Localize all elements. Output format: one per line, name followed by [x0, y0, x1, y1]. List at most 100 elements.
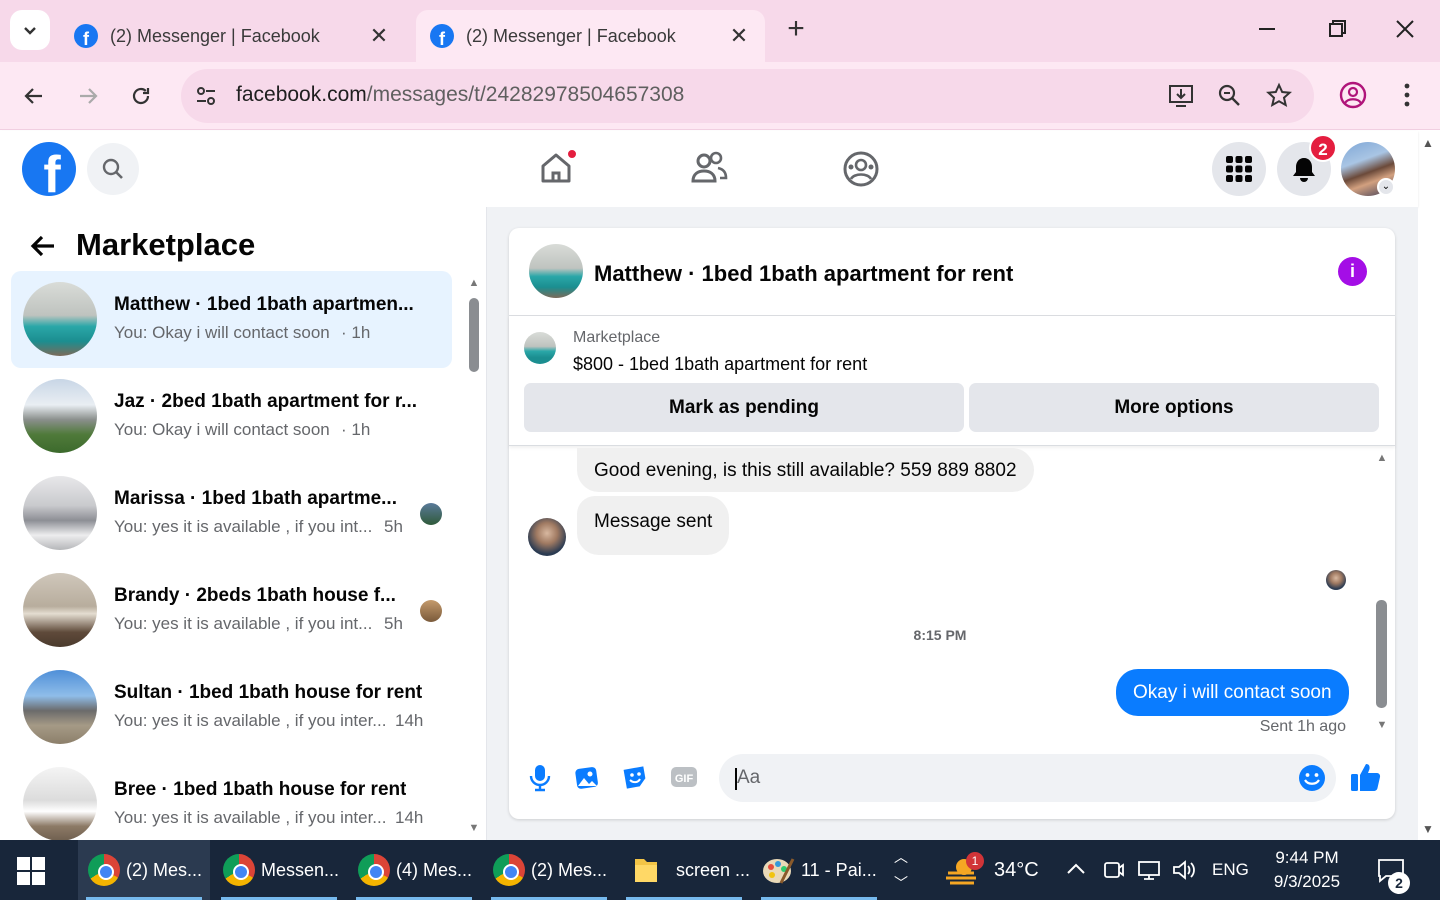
start-button[interactable] [14, 854, 48, 888]
windows-logo-icon [17, 857, 45, 885]
like-button[interactable] [1349, 760, 1383, 794]
taskbar-item[interactable]: Messen... [213, 840, 345, 900]
chat-scrollbar-thumb[interactable] [1376, 600, 1387, 708]
conversation-name: Jaz · 2bed 1bath apartment for r... [114, 391, 418, 412]
gif-button[interactable]: GIF [669, 762, 699, 792]
conversation-preview: You: yes it is available , if you inter.… [114, 808, 387, 827]
meet-now-icon[interactable] [1102, 840, 1124, 900]
outgoing-message[interactable]: Okay i will contact soon [1116, 669, 1349, 716]
weather-widget[interactable]: 1 34°C [944, 840, 1039, 900]
conversation-item[interactable]: Bree · 1bed 1bath house for rent You: ye… [11, 756, 452, 853]
volume-icon[interactable] [1171, 840, 1197, 900]
network-icon[interactable] [1136, 840, 1162, 900]
page-scrollbar-up[interactable]: ▲ [1420, 136, 1436, 150]
browser-tab-active[interactable]: f (2) Messenger | Facebook ✕ [416, 10, 765, 62]
arrow-right-icon [80, 88, 98, 104]
notification-center-badge: 2 [1388, 872, 1410, 894]
weather-badge: 1 [966, 852, 984, 870]
thumbs-up-icon [1351, 764, 1381, 791]
notifications-button[interactable]: 2 [1277, 134, 1337, 196]
page-scrollbar-down[interactable]: ▼ [1420, 822, 1436, 836]
taskbar-item[interactable]: (2) Mes... [78, 840, 210, 900]
listing-thumbnail[interactable] [524, 332, 556, 364]
new-tab-button[interactable]: + [780, 14, 812, 46]
arrow-left-icon [24, 88, 42, 104]
sidebar-scroll-up[interactable]: ▲ [467, 277, 481, 289]
menu-button[interactable] [1212, 142, 1266, 196]
nav-home[interactable] [536, 147, 578, 189]
taskbar-scroll[interactable]: ︿ ﹀ [893, 844, 909, 896]
more-options-button[interactable]: More options [969, 383, 1379, 432]
restore-button[interactable] [1322, 14, 1352, 44]
mark-as-pending-button[interactable]: Mark as pending [524, 383, 964, 432]
back-button[interactable] [18, 80, 50, 112]
attach-photo-button[interactable] [571, 762, 601, 792]
nav-friends[interactable] [689, 149, 729, 189]
close-tab-icon[interactable]: ✕ [727, 23, 751, 49]
bookmark-star-icon[interactable] [1265, 82, 1293, 110]
tab-title: (2) Messenger | Facebook [110, 25, 320, 46]
back-arrow-button[interactable] [28, 231, 58, 261]
chat-title[interactable]: Matthew · 1bed 1bath apartment for rent [594, 261, 1013, 287]
chat-avatar[interactable] [529, 244, 583, 298]
site-info-icon[interactable] [193, 83, 219, 109]
clock[interactable]: 9:44 PM 9/3/2025 [1262, 846, 1352, 894]
conversation-preview: You: yes it is available , if you inter.… [114, 711, 387, 730]
chevron-up-icon [1067, 863, 1085, 874]
conversation-item[interactable]: Matthew · 1bed 1bath apartmen... You: Ok… [11, 271, 452, 368]
forward-button[interactable] [72, 80, 104, 112]
message-input[interactable]: Aa [719, 754, 1336, 802]
install-app-icon[interactable] [1167, 82, 1195, 110]
restore-icon [1329, 20, 1346, 37]
close-icon [1396, 20, 1414, 38]
notification-center-button[interactable]: 2 [1376, 840, 1410, 900]
nav-groups[interactable] [841, 149, 881, 189]
conversation-item[interactable]: Sultan · 1bed 1bath house for rent You: … [11, 659, 452, 756]
conversation-thumbnail [23, 573, 97, 647]
search-button[interactable] [87, 143, 139, 195]
address-bar[interactable]: facebook.com/messages/t/2428297850465730… [181, 69, 1314, 123]
conversation-info-button[interactable]: i [1338, 257, 1367, 286]
conversation-item[interactable]: Marissa · 1bed 1bath apartme... You: yes… [11, 465, 452, 562]
notification-badge: 2 [1309, 134, 1337, 162]
chevron-down-icon [24, 27, 36, 35]
sidebar-scrollbar-thumb[interactable] [469, 298, 479, 372]
close-window-button[interactable] [1390, 14, 1420, 44]
folder-icon [635, 859, 657, 882]
taskbar-item[interactable]: (4) Mes... [348, 840, 480, 900]
incoming-message[interactable]: Good evening, is this still available? 5… [577, 448, 1034, 492]
chat-header: Matthew · 1bed 1bath apartment for rent … [509, 228, 1395, 316]
taskbar-item[interactable]: 11 - Pai... [753, 840, 885, 900]
account-avatar[interactable]: ⌄ [1341, 142, 1395, 196]
chat-scroll-up[interactable]: ▲ [1375, 452, 1389, 464]
voice-clip-button[interactable] [525, 762, 555, 792]
seen-avatar [420, 503, 442, 525]
sender-avatar[interactable] [528, 518, 566, 556]
url-text[interactable]: facebook.com/messages/t/2428297850465730… [236, 83, 684, 107]
reload-button[interactable] [125, 80, 157, 112]
tab-search-button[interactable] [10, 10, 50, 50]
profile-button[interactable] [1338, 80, 1368, 110]
listing-title[interactable]: $800 - 1bed 1bath apartment for rent [573, 354, 867, 375]
taskbar-item[interactable]: (2) Mes... [483, 840, 615, 900]
friends-icon [691, 151, 728, 183]
facebook-logo[interactable]: f [22, 142, 76, 196]
chat-scroll-down[interactable]: ▼ [1375, 719, 1389, 731]
minimize-button[interactable] [1252, 14, 1282, 44]
conversation-item[interactable]: Jaz · 2bed 1bath apartment for r... You:… [11, 368, 452, 465]
conversation-item[interactable]: Brandy · 2beds 1bath house f... You: yes… [11, 562, 452, 659]
conversation-time: 14h [395, 711, 424, 730]
sidebar-scroll-down[interactable]: ▼ [467, 822, 481, 834]
incoming-message[interactable]: Message sent [577, 496, 730, 555]
sticker-button[interactable] [620, 762, 650, 792]
emoji-button[interactable] [1297, 763, 1327, 793]
browser-tab[interactable]: f (2) Messenger | Facebook ✕ [60, 10, 405, 62]
browser-menu-button[interactable] [1396, 80, 1418, 110]
arrow-left-icon [30, 235, 54, 257]
taskbar-item[interactable]: screen ... [618, 840, 750, 900]
close-tab-icon[interactable]: ✕ [367, 23, 391, 49]
show-hidden-icons[interactable] [1064, 840, 1088, 900]
zoom-icon[interactable] [1216, 82, 1244, 110]
conversation-name: Bree · 1bed 1bath house for rent [114, 779, 407, 800]
language-indicator[interactable]: ENG [1212, 840, 1249, 900]
